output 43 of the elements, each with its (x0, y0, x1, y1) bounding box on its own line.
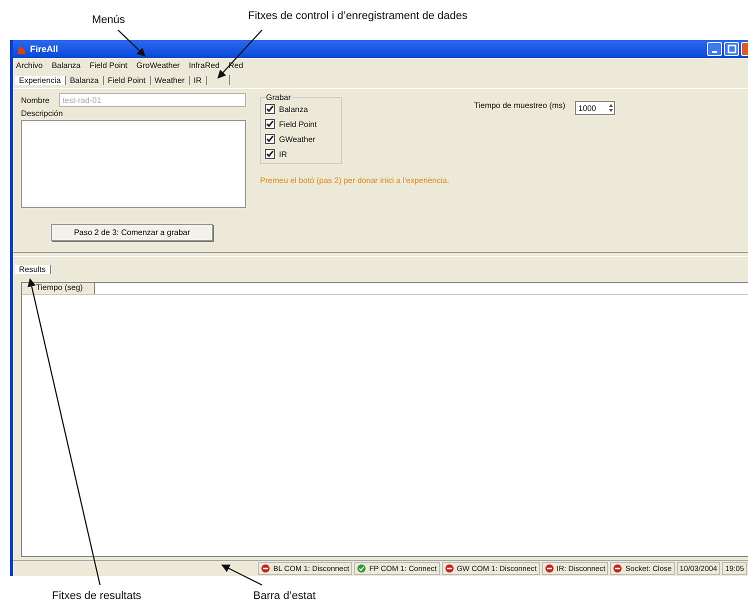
field-label: Tiempo de muestreo (ms) (474, 101, 566, 110)
field-label: Nombre (21, 96, 50, 104)
checkbox[interactable] (265, 134, 275, 144)
menu-item[interactable]: Red (228, 60, 244, 70)
checkbox[interactable] (265, 119, 275, 129)
flame-icon (16, 44, 27, 54)
checkbox[interactable] (265, 149, 275, 159)
tab[interactable]: Field Point (104, 76, 151, 84)
tab[interactable]: Weather (150, 76, 190, 84)
menu-item[interactable]: Balanza (52, 60, 81, 70)
annotation-label: Fitxes de resultats (52, 590, 142, 602)
pointer-arrow (221, 564, 262, 586)
checkbox-label: IR (279, 150, 287, 158)
checkbox-label: Balanza (279, 104, 308, 114)
pointer-arrow (217, 30, 262, 79)
hint-text: Premeu el botó (pas 2) per donar inici a l'experiència. (260, 176, 450, 185)
menu-item[interactable]: Field Point (90, 60, 128, 70)
minimize-button[interactable] (707, 42, 722, 56)
column-header[interactable]: Tiempo (seg) (22, 283, 95, 294)
start-button[interactable]: Paso 2 de 3: Comenzar a grabar (51, 224, 213, 241)
checkbox-label: GWeather (279, 134, 316, 144)
window-title: FireAll (30, 44, 58, 54)
maximize-button[interactable] (724, 42, 739, 56)
tab[interactable]: Results (15, 264, 51, 274)
annotation-label: Barra d’estat (253, 590, 316, 602)
maximize-icon (726, 44, 736, 54)
description-field[interactable] (21, 120, 246, 208)
menu-item[interactable]: Archivo (16, 60, 43, 70)
annotation-label: Fitxes de control i d’enregistrament de dades (248, 10, 468, 22)
pointer-arrow (118, 30, 146, 57)
menu-item[interactable]: GroWeather (136, 60, 180, 70)
group-title: Grabar (265, 93, 292, 102)
close-button[interactable] (741, 42, 748, 56)
menu-item[interactable]: InfraRed (188, 60, 220, 70)
field-label: Descripción (21, 109, 64, 118)
checkbox[interactable] (265, 104, 275, 114)
minimize-icon (712, 51, 717, 53)
tab[interactable]: Experiencia (15, 76, 66, 84)
tab[interactable]: IR (190, 76, 207, 84)
annotation-label: Menús (92, 14, 126, 26)
checkbox-label: Field Point (279, 120, 317, 128)
sample-time-spinner[interactable]: 1000 (575, 101, 616, 115)
tab[interactable]: Balanza (66, 76, 104, 84)
